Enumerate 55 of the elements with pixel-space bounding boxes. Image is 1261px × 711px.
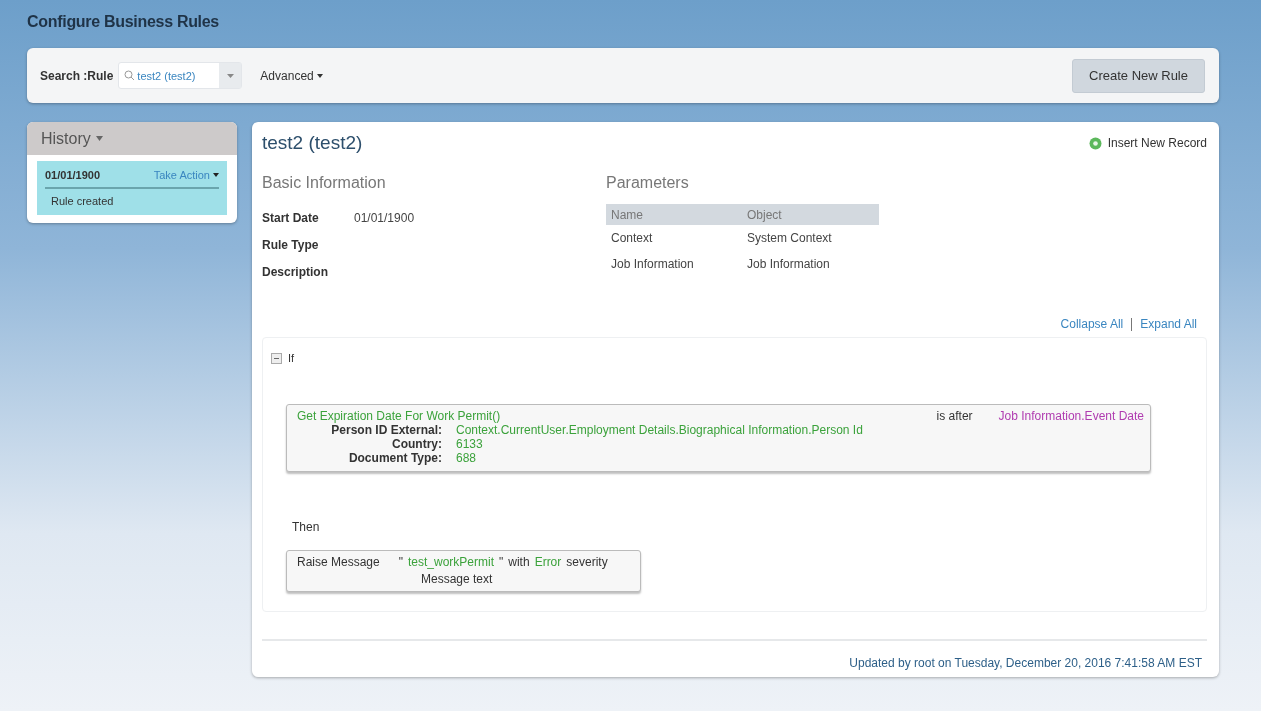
field-label: Rule Type	[262, 237, 320, 252]
operator-text[interactable]: is after	[936, 409, 999, 423]
column-header: Object	[742, 204, 879, 225]
then-label: Then	[292, 520, 321, 534]
collapse-all-link[interactable]: Collapse All	[1060, 317, 1124, 331]
if-label: If	[288, 352, 295, 364]
search-label: Search :Rule	[40, 68, 114, 83]
history-title: History	[41, 129, 91, 148]
argument-label: Document Type:	[347, 451, 442, 465]
advanced-menu[interactable]: Advanced	[260, 68, 323, 83]
create-rule-button[interactable]: Create New Rule	[1072, 58, 1205, 93]
severity-value[interactable]: Error	[534, 555, 562, 569]
search-input[interactable]: test2 (test2)	[135, 69, 220, 82]
entry-text: Rule created	[50, 194, 115, 207]
field-value: 01/01/1900	[354, 210, 415, 225]
caret-icon	[95, 136, 103, 141]
column-header: Name	[606, 204, 742, 225]
table-cell: Context	[606, 225, 742, 251]
argument-value[interactable]: 688	[456, 451, 1144, 465]
table-cell: System Context	[742, 225, 879, 251]
history-header[interactable]: History	[27, 122, 237, 155]
table-cell-text: Job Information	[746, 256, 831, 273]
action-name: Raise Message	[297, 555, 380, 569]
argument-label: Country:	[391, 437, 442, 451]
quote-mark: "	[499, 555, 504, 569]
history-entry[interactable]: 01/01/1900 Take Action Rule created	[37, 161, 227, 215]
rule-search-field[interactable]: test2 (test2)	[118, 62, 243, 89]
update-info: Updated by root on Tuesday, December 20, 2016 7:41:58 AM EST	[849, 656, 1202, 670]
caret-icon	[316, 73, 323, 78]
take-action-menu[interactable]: Take Action	[153, 169, 219, 181]
insert-record-link[interactable]: Insert New Record	[1088, 136, 1207, 150]
target-field[interactable]: Job Information.Event Date	[998, 409, 1144, 423]
message-key[interactable]: test_workPermit	[408, 555, 494, 569]
argument-value[interactable]: Context.CurrentUser.Employment Details.Biographical Information.Person Id	[456, 423, 1144, 437]
expand-all-link[interactable]: Expand All	[1140, 317, 1197, 331]
field-label: Start Date	[262, 210, 320, 225]
function-name[interactable]: Get Expiration Date For Work Permit()	[297, 409, 937, 423]
quote-mark: "	[398, 555, 403, 569]
table-cell-text: Job Information	[610, 256, 695, 273]
caret-icon	[213, 173, 219, 177]
section-heading: Parameters	[606, 174, 690, 192]
entry-date: 01/01/1900	[45, 169, 101, 181]
caret-icon	[226, 73, 234, 78]
severity-text: severity	[566, 555, 608, 569]
page-title: Configure Business Rules	[27, 13, 220, 32]
joiner-text: with	[508, 555, 530, 569]
section-heading: Basic Information	[262, 174, 387, 192]
field-label: Description	[262, 264, 329, 279]
add-icon	[1088, 136, 1102, 150]
argument-value[interactable]: 6133	[456, 437, 1144, 451]
rule-title: test2 (test2)	[262, 132, 363, 154]
argument-label: Person ID External:	[330, 423, 442, 437]
message-caption: Message text	[420, 572, 494, 586]
search-icon	[124, 70, 136, 81]
collapse-icon[interactable]	[271, 352, 282, 364]
